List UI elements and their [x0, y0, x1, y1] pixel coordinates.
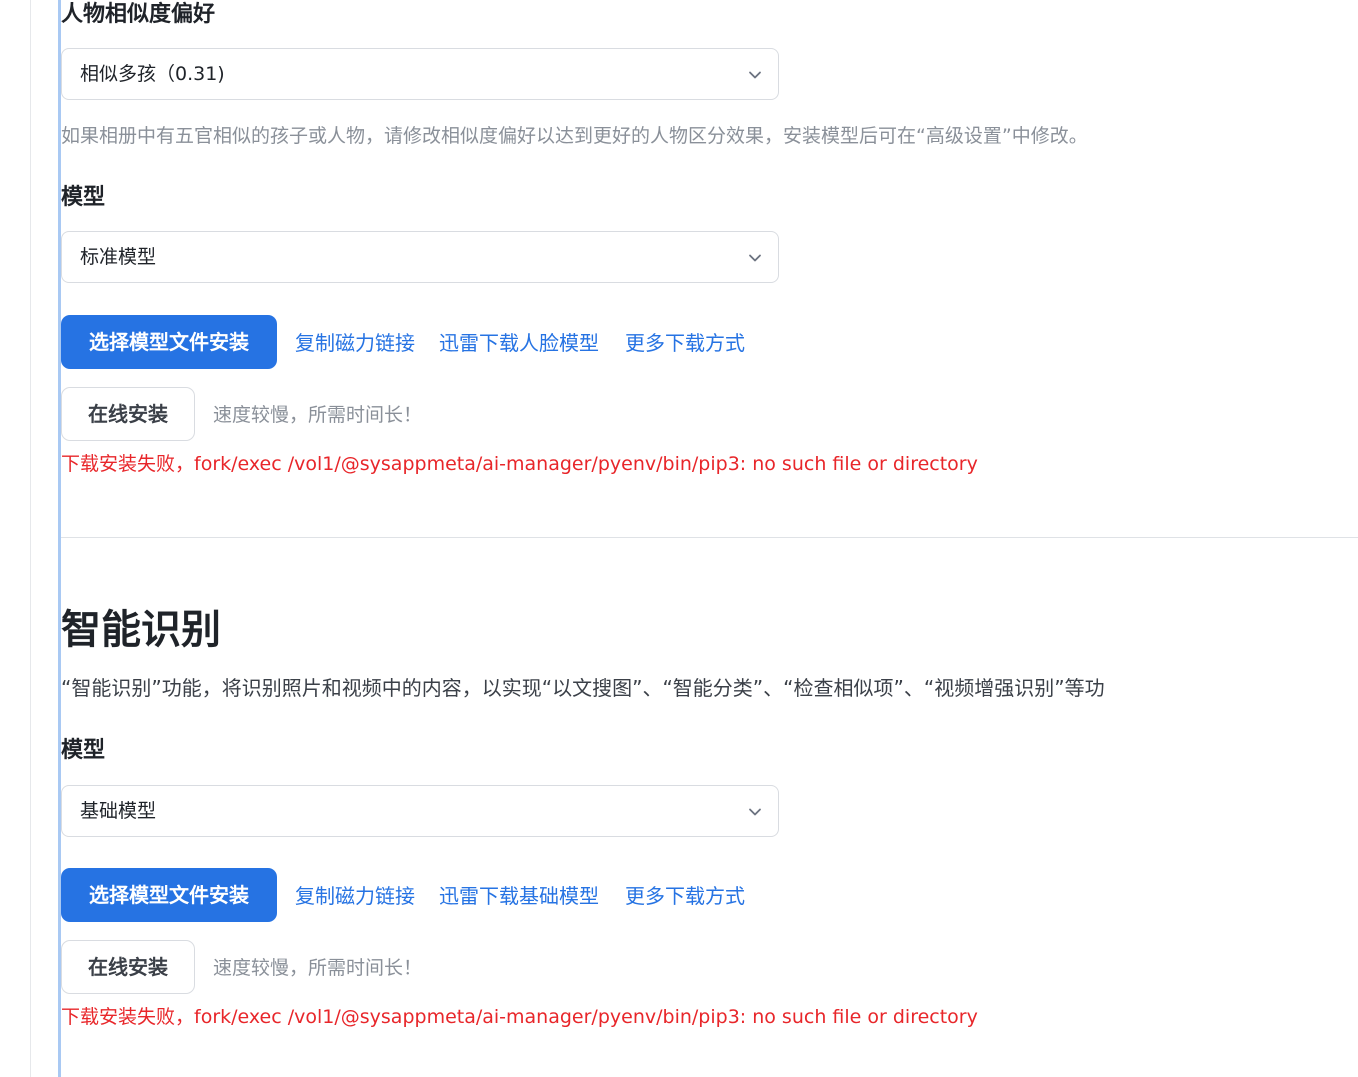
smart-model-select-value: 基础模型	[80, 800, 157, 822]
face-thunder-download-link[interactable]: 迅雷下载人脸模型	[439, 328, 599, 358]
chevron-down-icon	[749, 254, 761, 262]
smart-recognition-title: 智能识别	[61, 607, 221, 653]
section-divider	[61, 537, 1358, 538]
settings-page: 人物相似度偏好 相似多孩（0.31) 如果相册中有五官相似的孩子或人物，请修改相…	[0, 0, 1358, 1077]
face-model-select[interactable]: 标准模型	[61, 231, 779, 283]
outer-border-line	[30, 0, 31, 1077]
similarity-select-value: 相似多孩（0.31)	[80, 63, 225, 85]
face-install-file-button[interactable]: 选择模型文件安装	[61, 315, 277, 369]
face-more-download-link[interactable]: 更多下载方式	[625, 328, 745, 358]
similarity-label: 人物相似度偏好	[61, 2, 216, 27]
smart-online-note: 速度较慢，所需时间长！	[213, 957, 423, 979]
smart-install-error: 下载安装失败，fork/exec /vol1/@sysappmeta/ai-ma…	[61, 1006, 978, 1028]
smart-online-install-button[interactable]: 在线安装	[61, 940, 195, 994]
face-online-install-button[interactable]: 在线安装	[61, 387, 195, 441]
smart-copy-magnet-link[interactable]: 复制磁力链接	[295, 881, 415, 911]
similarity-hint: 如果相册中有五官相似的孩子或人物，请修改相似度偏好以达到更好的人物区分效果，安装…	[61, 125, 1088, 147]
chevron-down-icon	[749, 808, 761, 816]
chevron-down-icon	[749, 71, 761, 79]
smart-install-file-button[interactable]: 选择模型文件安装	[61, 868, 277, 922]
smart-model-select[interactable]: 基础模型	[61, 785, 779, 837]
content-area: 人物相似度偏好 相似多孩（0.31) 如果相册中有五官相似的孩子或人物，请修改相…	[61, 0, 1358, 1077]
smart-model-label: 模型	[61, 738, 106, 763]
face-install-error: 下载安装失败，fork/exec /vol1/@sysappmeta/ai-ma…	[61, 453, 978, 475]
face-online-note: 速度较慢，所需时间长！	[213, 404, 423, 426]
smart-recognition-description: “智能识别”功能，将识别照片和视频中的内容，以实现“以文搜图”、“智能分类”、“…	[61, 676, 1105, 700]
similarity-select[interactable]: 相似多孩（0.31)	[61, 48, 779, 100]
face-model-select-value: 标准模型	[80, 246, 157, 268]
face-model-label: 模型	[61, 185, 106, 210]
smart-thunder-download-link[interactable]: 迅雷下载基础模型	[439, 881, 599, 911]
face-copy-magnet-link[interactable]: 复制磁力链接	[295, 328, 415, 358]
smart-more-download-link[interactable]: 更多下载方式	[625, 881, 745, 911]
